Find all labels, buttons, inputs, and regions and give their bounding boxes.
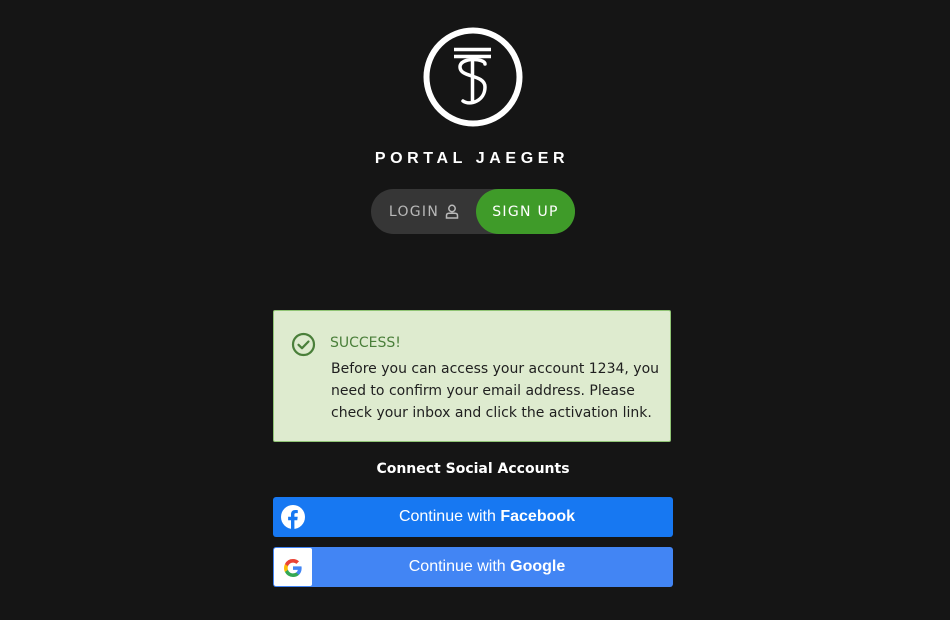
facebook-button-label: Continue with Facebook — [398, 508, 576, 525]
signup-page: PORTAL JAEGER LOGIN SIGN UP SUCCESS! Bef… — [0, 0, 950, 620]
auth-toggle: LOGIN SIGN UP — [371, 189, 575, 234]
signup-button[interactable]: SIGN UP — [476, 189, 575, 234]
google-button-label: Continue with Google — [408, 558, 566, 575]
check-circle-icon — [291, 332, 316, 357]
facebook-login-button[interactable]: Continue with Facebook — [273, 497, 673, 537]
social-heading: Connect Social Accounts — [376, 461, 570, 477]
user-icon — [445, 204, 459, 219]
login-button[interactable]: LOGIN — [371, 189, 475, 234]
alert-message: Before you can access your account 1234,… — [331, 361, 660, 421]
ts-monogram-icon — [423, 27, 523, 127]
alert-title: SUCCESS! — [330, 335, 401, 351]
success-alert: SUCCESS! Before you can access your acco… — [273, 310, 671, 442]
google-login-button[interactable]: Continue with Google — [273, 547, 673, 587]
login-label: LOGIN — [388, 203, 440, 220]
brand-name: PORTAL JAEGER — [374, 150, 570, 167]
